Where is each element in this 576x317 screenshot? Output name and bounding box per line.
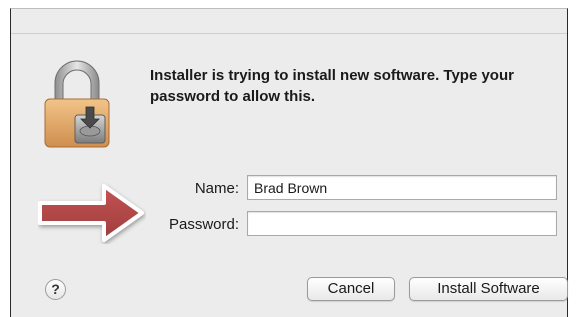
install-software-button[interactable]: Install Software: [409, 277, 568, 301]
padlock-icon: [44, 60, 110, 148]
password-field[interactable]: [247, 211, 557, 236]
authentication-dialog: Installer is trying to install new softw…: [10, 8, 568, 317]
page: Installer is trying to install new softw…: [0, 0, 576, 317]
name-field[interactable]: [247, 175, 557, 200]
name-label: Name:: [194, 180, 239, 197]
red-arrow-icon: [38, 184, 144, 242]
password-label: Password:: [168, 216, 239, 233]
help-button[interactable]: ?: [45, 279, 66, 300]
cancel-button[interactable]: Cancel: [307, 277, 395, 301]
dialog-message: Installer is trying to install new softw…: [150, 67, 514, 105]
titlebar-divider: [11, 33, 567, 34]
